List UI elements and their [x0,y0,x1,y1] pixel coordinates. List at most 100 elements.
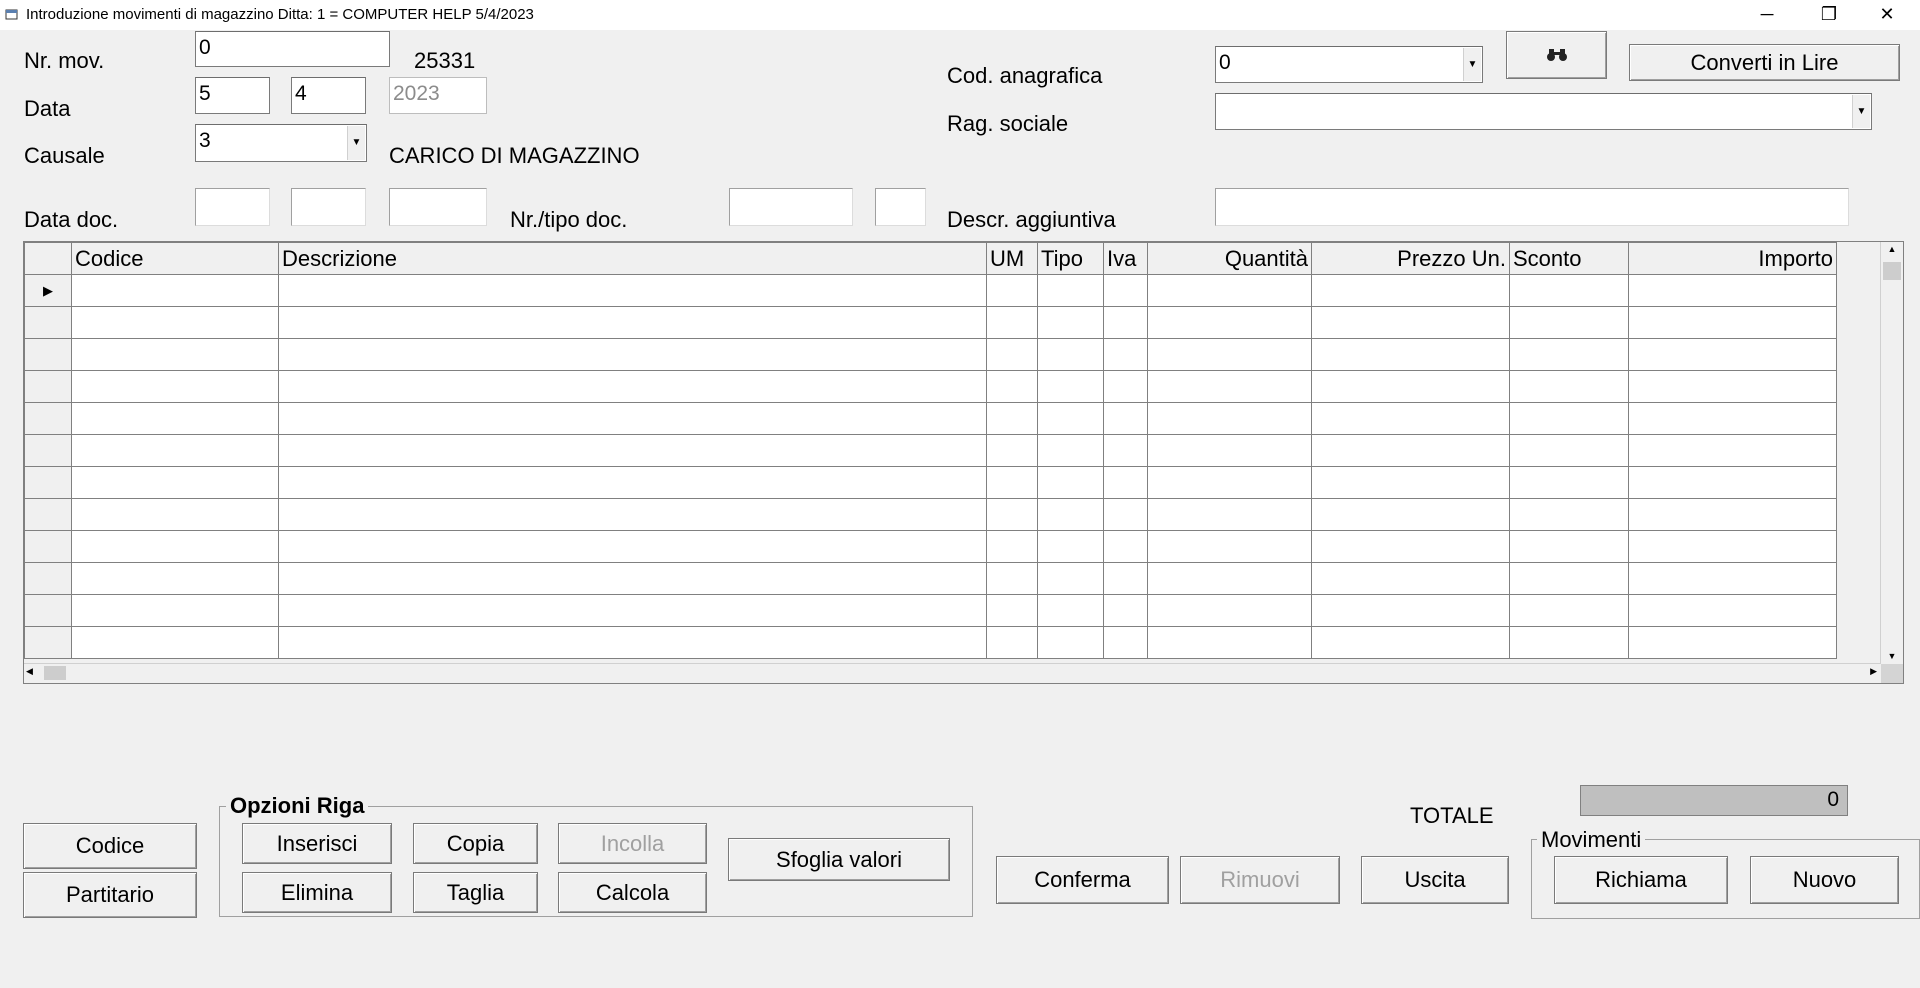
column-header[interactable]: Prezzo Un. [1311,242,1510,275]
richiama-button[interactable]: Richiama [1554,856,1728,904]
table-cell[interactable] [1147,594,1312,627]
causale-combo[interactable]: 3 ▼ [195,124,367,162]
column-header[interactable]: Codice [71,242,279,275]
minimize-button[interactable]: ─ [1744,0,1790,30]
column-header[interactable]: Iva [1103,242,1148,275]
data-doc-day-input[interactable] [195,188,270,226]
table-cell[interactable] [1147,466,1312,499]
data-doc-year-input[interactable] [389,188,487,226]
table-cell[interactable] [1037,498,1104,531]
table-cell[interactable] [1509,338,1629,371]
table-cell[interactable] [71,530,279,563]
table-cell[interactable] [1037,562,1104,595]
horizontal-scrollbar[interactable]: ◀ ▶ [24,663,1881,683]
column-header[interactable]: Tipo [1037,242,1104,275]
table-cell[interactable] [1311,306,1510,339]
table-cell[interactable] [986,274,1038,307]
row-header[interactable] [24,594,72,627]
data-month-input[interactable]: 4 [291,77,366,114]
table-cell[interactable] [1311,594,1510,627]
calcola-button[interactable]: Calcola [558,872,707,913]
table-cell[interactable] [1103,498,1148,531]
scroll-thumb[interactable] [44,666,66,680]
sfoglia-valori-button[interactable]: Sfoglia valori [728,838,950,881]
table-cell[interactable] [1037,370,1104,403]
table-cell[interactable] [278,402,987,435]
table-cell[interactable] [986,338,1038,371]
table-cell[interactable] [1147,338,1312,371]
table-cell[interactable] [1311,626,1510,659]
table-cell[interactable] [1147,562,1312,595]
table-cell[interactable] [278,562,987,595]
table-cell[interactable] [1037,626,1104,659]
table-cell[interactable] [1509,370,1629,403]
inserisci-button[interactable]: Inserisci [242,823,392,864]
row-header[interactable] [24,530,72,563]
table-cell[interactable] [1037,466,1104,499]
row-header[interactable] [24,402,72,435]
column-header[interactable]: Quantità [1147,242,1312,275]
table-row[interactable] [24,466,1837,499]
table-row[interactable] [24,338,1837,371]
table-cell[interactable] [1103,562,1148,595]
table-cell[interactable] [278,466,987,499]
table-cell[interactable] [1628,338,1837,371]
table-cell[interactable] [1311,274,1510,307]
tipo-doc-input[interactable] [875,188,926,226]
table-cell[interactable] [1628,594,1837,627]
chevron-down-icon[interactable]: ▼ [1852,95,1870,128]
table-row[interactable] [24,530,1837,563]
table-cell[interactable] [1103,466,1148,499]
uscita-button[interactable]: Uscita [1361,856,1509,904]
table-cell[interactable] [1628,370,1837,403]
column-header[interactable]: UM [986,242,1038,275]
row-header[interactable] [24,306,72,339]
partitario-button[interactable]: Partitario [23,872,197,918]
table-cell[interactable] [1103,594,1148,627]
table-cell[interactable] [1311,370,1510,403]
rimuovi-button[interactable]: Rimuovi [1180,856,1340,904]
table-cell[interactable] [1628,562,1837,595]
table-cell[interactable] [986,402,1038,435]
table-cell[interactable] [1628,306,1837,339]
table-cell[interactable] [1311,338,1510,371]
table-cell[interactable] [1147,402,1312,435]
table-cell[interactable] [278,306,987,339]
table-cell[interactable] [986,306,1038,339]
table-cell[interactable] [71,338,279,371]
scroll-up-icon[interactable]: ▲ [1881,244,1903,254]
table-cell[interactable] [1509,626,1629,659]
table-row[interactable] [24,562,1837,595]
close-button[interactable]: ✕ [1864,0,1910,30]
table-cell[interactable] [1311,434,1510,467]
table-cell[interactable] [1509,306,1629,339]
table-cell[interactable] [1311,466,1510,499]
table-cell[interactable] [1628,274,1837,307]
cod-anagrafica-combo[interactable]: 0 ▼ [1215,46,1483,83]
table-cell[interactable] [1509,530,1629,563]
row-header[interactable] [24,370,72,403]
search-button[interactable] [1506,31,1607,79]
taglia-button[interactable]: Taglia [413,872,538,913]
table-row[interactable] [24,594,1837,627]
table-cell[interactable] [1037,530,1104,563]
nr-doc-input[interactable] [729,188,853,226]
table-cell[interactable] [278,594,987,627]
data-doc-month-input[interactable] [291,188,366,226]
table-cell[interactable] [1509,594,1629,627]
table-cell[interactable] [1509,498,1629,531]
scroll-down-icon[interactable]: ▼ [1881,651,1903,661]
chevron-down-icon[interactable]: ▼ [1463,48,1481,81]
table-cell[interactable] [1509,434,1629,467]
descr-aggiuntiva-input[interactable] [1215,188,1849,226]
converti-in-lire-button[interactable]: Converti in Lire [1629,44,1900,81]
table-cell[interactable] [1037,338,1104,371]
movements-grid[interactable]: Codice Descrizione UM Tipo Iva Quantità … [23,241,1904,684]
table-cell[interactable] [1628,434,1837,467]
table-cell[interactable] [1147,530,1312,563]
row-header[interactable] [24,434,72,467]
row-header[interactable] [24,466,72,499]
table-cell[interactable] [1628,498,1837,531]
table-cell[interactable] [1037,274,1104,307]
copia-button[interactable]: Copia [413,823,538,864]
